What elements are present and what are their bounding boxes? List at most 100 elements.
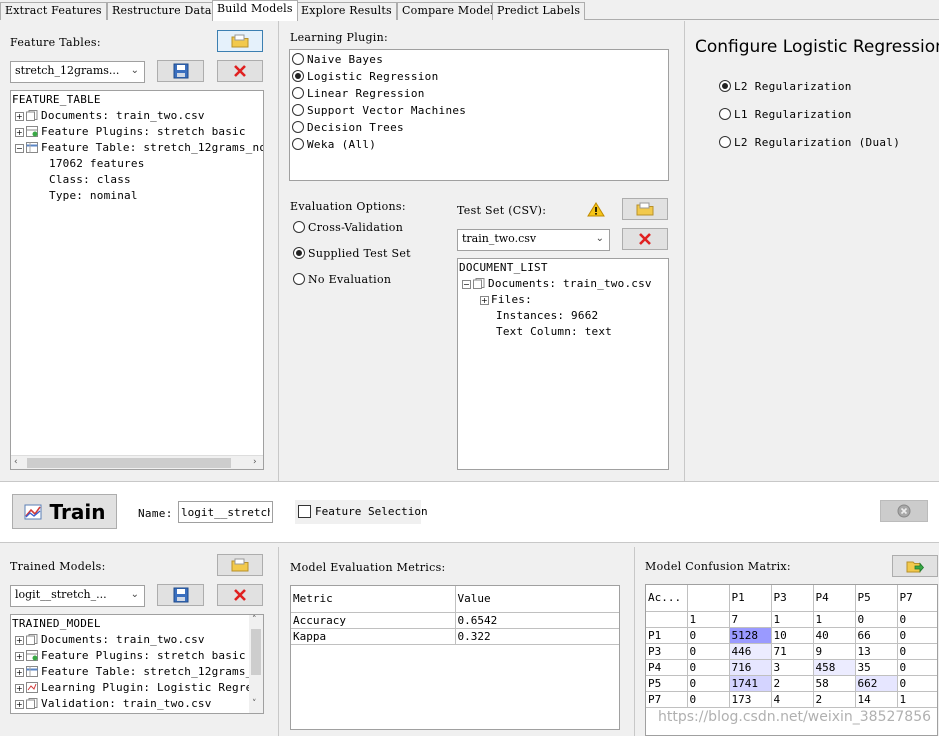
open-test-set-button[interactable] [622, 198, 668, 220]
radio-l2-regularization-dual[interactable]: L2 Regularization (Dual) [719, 136, 900, 149]
matrix-header[interactable]: P3 [770, 585, 814, 612]
model-name-label: Name: [138, 507, 173, 520]
doc-tree-documents[interactable]: − Documents: train_two.csv [462, 277, 652, 290]
table-row[interactable]: P3 0 446 71 9 13 0 [646, 642, 937, 660]
expand-icon: + [15, 668, 24, 677]
matrix-cell: 58 [812, 674, 856, 692]
matrix-cell: 14 [854, 690, 898, 708]
feature-table-select[interactable]: stretch_12grams... ⌄ [10, 61, 145, 83]
delete-feature-table-button[interactable] [217, 60, 263, 82]
model-tree-vscrollbar[interactable]: ˄ ˅ [249, 615, 263, 713]
delete-model-button[interactable] [217, 584, 263, 606]
scroll-thumb[interactable] [27, 458, 231, 468]
tree-node-plugins[interactable]: + Feature Plugins: stretch basic [15, 125, 246, 138]
documents-icon [26, 634, 38, 645]
trained-models-label: Trained Models: [10, 560, 106, 573]
tab-predict-labels[interactable]: Predict Labels [492, 2, 586, 20]
metrics-cell: Accuracy [291, 611, 456, 629]
feature-table-tree[interactable]: FEATURE_TABLE + Documents: train_two.csv … [10, 90, 264, 470]
table-row[interactable]: P4 0 716 3 458 35 0 [646, 658, 937, 676]
matrix-header[interactable]: P7 [896, 585, 937, 612]
model-tree-root: TRAINED_MODEL [12, 617, 101, 630]
matrix-header[interactable]: P1 [728, 585, 772, 612]
radio-cross-validation[interactable]: Cross-Validation [293, 221, 403, 234]
train-button[interactable]: Train [12, 494, 117, 529]
scroll-thumb[interactable] [251, 629, 261, 675]
trained-model-tree[interactable]: TRAINED_MODEL + Documents: train_two.csv … [10, 614, 264, 714]
checkbox-box[interactable] [298, 505, 311, 518]
tab-explore-results[interactable]: Explore Results [296, 2, 397, 20]
model-tree-learning[interactable]: + Learning Plugin: Logistic Regres [15, 681, 259, 694]
table-row[interactable]: Accuracy 0.6542 [291, 611, 619, 629]
configure-title: Configure Logistic Regression [695, 37, 939, 57]
model-tree-documents[interactable]: + Documents: train_two.csv [15, 633, 205, 646]
open-feature-table-button[interactable] [217, 30, 263, 52]
test-set-label: Test Set (CSV): [457, 204, 547, 217]
metrics-header-metric[interactable]: Metric [291, 586, 456, 613]
radio-decision-trees[interactable]: Decision Trees [292, 121, 404, 134]
export-matrix-button[interactable] [892, 555, 938, 577]
radio-naive-bayes[interactable]: Naive Bayes [292, 53, 383, 66]
matrix-header[interactable]: P4 [812, 585, 856, 612]
radio-l1-regularization[interactable]: L1 Regularization [719, 108, 852, 121]
learning-icon [26, 682, 38, 693]
remove-test-set-button[interactable] [622, 228, 668, 250]
cancel-train-button[interactable] [880, 500, 928, 522]
table-row[interactable]: Kappa 0.322 [291, 627, 619, 645]
radio-logistic-regression[interactable]: Logistic Regression [292, 70, 439, 83]
table-row[interactable]: 1 7 1 1 0 0 [646, 610, 937, 628]
tree-plugins-label: Feature Plugins: stretch basic [41, 125, 246, 138]
trained-model-select[interactable]: logit__stretch_... ⌄ [10, 585, 145, 607]
table-row[interactable]: P1 0 5128 10 40 66 0 [646, 626, 937, 644]
matrix-header[interactable]: Ac... [646, 585, 688, 612]
document-list-tree[interactable]: DOCUMENT_LIST − Documents: train_two.csv … [457, 258, 669, 470]
learning-plugin-group: Naive Bayes Logistic Regression Linear R… [289, 49, 669, 181]
feature-selection-checkbox[interactable]: Feature Selection [295, 500, 428, 524]
confusion-matrix-table: Ac... P1 P3 P4 P5 P7 1 7 1 1 0 0 P1 0 51… [646, 585, 937, 708]
radio-linear-regression[interactable]: Linear Regression [292, 87, 425, 100]
radio-weka-all[interactable]: Weka (All) [292, 138, 376, 151]
tab-compare-models[interactable]: Compare Models [397, 2, 505, 20]
feature-tree-hscrollbar[interactable]: ‹ › [11, 455, 263, 469]
matrix-cell: P1 [646, 626, 688, 644]
radio-no-evaluation[interactable]: No Evaluation [293, 273, 391, 286]
test-set-select[interactable]: train_two.csv ⌄ [457, 229, 610, 251]
matrix-header[interactable] [686, 585, 730, 612]
tree-documents-label: Documents: train_two.csv [41, 109, 205, 122]
table-row[interactable]: P7 0 173 4 2 14 1 [646, 690, 937, 708]
chevron-down-icon: ⌄ [130, 65, 139, 76]
radio-l2-regularization[interactable]: L2 Regularization [719, 80, 852, 93]
save-model-button[interactable] [157, 584, 204, 606]
tree-features: 17062 features [49, 157, 145, 170]
matrix-cell: 4 [770, 690, 814, 708]
model-tree-validation[interactable]: + Validation: train_two.csv [15, 697, 212, 710]
open-model-button[interactable] [217, 554, 263, 576]
matrix-header[interactable]: P5 [854, 585, 898, 612]
doc-tree-text-column: Text Column: text [496, 325, 612, 338]
tab-build-models[interactable]: Build Models [212, 0, 298, 21]
tree-node-documents[interactable]: + Documents: train_two.csv [15, 109, 205, 122]
radio-supplied-test-set[interactable]: Supplied Test Set [293, 247, 411, 260]
metrics-header-value[interactable]: Value [454, 586, 619, 613]
model-name-input[interactable] [178, 501, 273, 523]
folder-icon [636, 202, 654, 216]
matrix-cell: 2 [812, 690, 856, 708]
tree-type: Type: nominal [49, 189, 138, 202]
radio-svm[interactable]: Support Vector Machines [292, 104, 466, 117]
table-icon [26, 666, 38, 677]
save-feature-table-button[interactable] [157, 60, 204, 82]
matrix-cell: 1 [686, 610, 730, 628]
model-tree-table[interactable]: + Feature Table: stretch_12grams_no [15, 665, 263, 678]
model-tree-plugins[interactable]: + Feature Plugins: stretch basic [15, 649, 246, 662]
documents-icon [26, 698, 38, 709]
feature-selection-label: Feature Selection [315, 505, 428, 518]
tree-node-feature-table[interactable]: − Feature Table: stretch_12grams_nopun [15, 141, 263, 154]
table-row[interactable]: P5 0 1741 2 58 662 0 [646, 674, 937, 692]
tab-extract-features[interactable]: Extract Features [0, 2, 107, 20]
tab-restructure-data[interactable]: Restructure Data [107, 2, 217, 20]
matrix-cell [646, 610, 688, 628]
doc-tree-files[interactable]: + Files: [480, 293, 532, 306]
matrix-cell: 3 [770, 658, 814, 676]
matrix-cell: 1 [812, 610, 856, 628]
save-icon [173, 63, 188, 79]
